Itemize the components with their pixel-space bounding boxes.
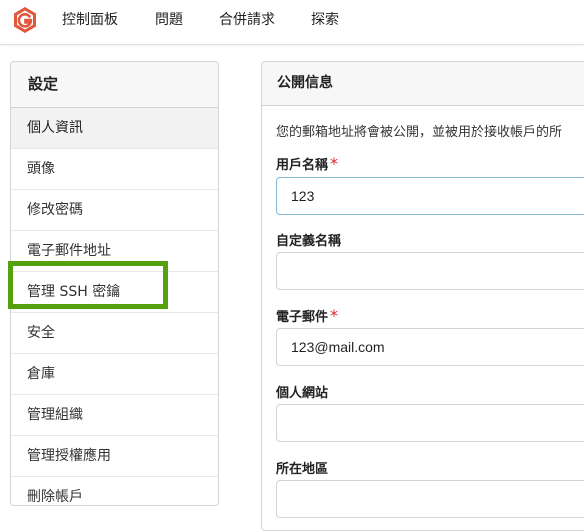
email-input[interactable] bbox=[276, 328, 584, 366]
sidebar-item-email[interactable]: 電子郵件地址 bbox=[11, 231, 218, 272]
nav-explore[interactable]: 探索 bbox=[311, 0, 339, 40]
settings-sidebar: 設定 個人資訊 頭像 修改密碼 電子郵件地址 管理 SSH 密鑰 安全 倉庫 管… bbox=[10, 61, 219, 506]
panel-title: 公開信息 bbox=[262, 62, 584, 106]
gitea-logo-icon[interactable] bbox=[11, 6, 39, 34]
sidebar-item-applications[interactable]: 管理授權應用 bbox=[11, 436, 218, 477]
location-input[interactable] bbox=[276, 480, 584, 518]
username-label: 用戶名稱 bbox=[276, 158, 329, 173]
sidebar-item-profile[interactable]: 個人資訊 bbox=[11, 108, 218, 149]
website-label: 個人網站 bbox=[276, 386, 329, 401]
username-field-group: 用戶名稱 * bbox=[276, 154, 338, 173]
fullname-input[interactable] bbox=[276, 252, 584, 290]
sidebar-item-security[interactable]: 安全 bbox=[11, 313, 218, 354]
location-field-group: 所在地區 bbox=[276, 458, 328, 477]
email-required-mark: * bbox=[330, 306, 339, 325]
sidebar-item-organizations[interactable]: 管理組織 bbox=[11, 395, 218, 436]
email-field-group: 電子郵件 * bbox=[276, 306, 338, 325]
location-label: 所在地區 bbox=[276, 462, 329, 477]
sidebar-item-ssh-keys[interactable]: 管理 SSH 密鑰 bbox=[11, 272, 218, 313]
sidebar-item-delete-account[interactable]: 刪除帳戶 bbox=[11, 477, 218, 505]
username-input[interactable] bbox=[276, 177, 584, 215]
username-required-mark: * bbox=[330, 154, 339, 173]
sidebar-title: 設定 bbox=[11, 62, 218, 108]
website-field-group: 個人網站 bbox=[276, 382, 328, 401]
sidebar-item-avatar[interactable]: 頭像 bbox=[11, 149, 218, 190]
fullname-field-group: 自定義名稱 bbox=[276, 230, 341, 249]
sidebar-item-repositories[interactable]: 倉庫 bbox=[11, 354, 218, 395]
sidebar-item-password[interactable]: 修改密碼 bbox=[11, 190, 218, 231]
website-input[interactable] bbox=[276, 404, 584, 442]
fullname-label: 自定義名稱 bbox=[276, 234, 342, 249]
top-navbar: 控制面板 問題 合併請求 探索 bbox=[0, 0, 584, 45]
privacy-notice: 您的郵箱地址將會被公開，並被用於接收帳戶的所 bbox=[276, 125, 563, 140]
nav-issues[interactable]: 問題 bbox=[155, 0, 183, 40]
email-label: 電子郵件 bbox=[276, 310, 329, 325]
nav-dashboard[interactable]: 控制面板 bbox=[62, 0, 118, 40]
public-profile-panel: 公開信息 您的郵箱地址將會被公開，並被用於接收帳戶的所 用戶名稱* 自定義名稱 … bbox=[261, 61, 584, 531]
nav-pull-requests[interactable]: 合併請求 bbox=[219, 0, 275, 40]
